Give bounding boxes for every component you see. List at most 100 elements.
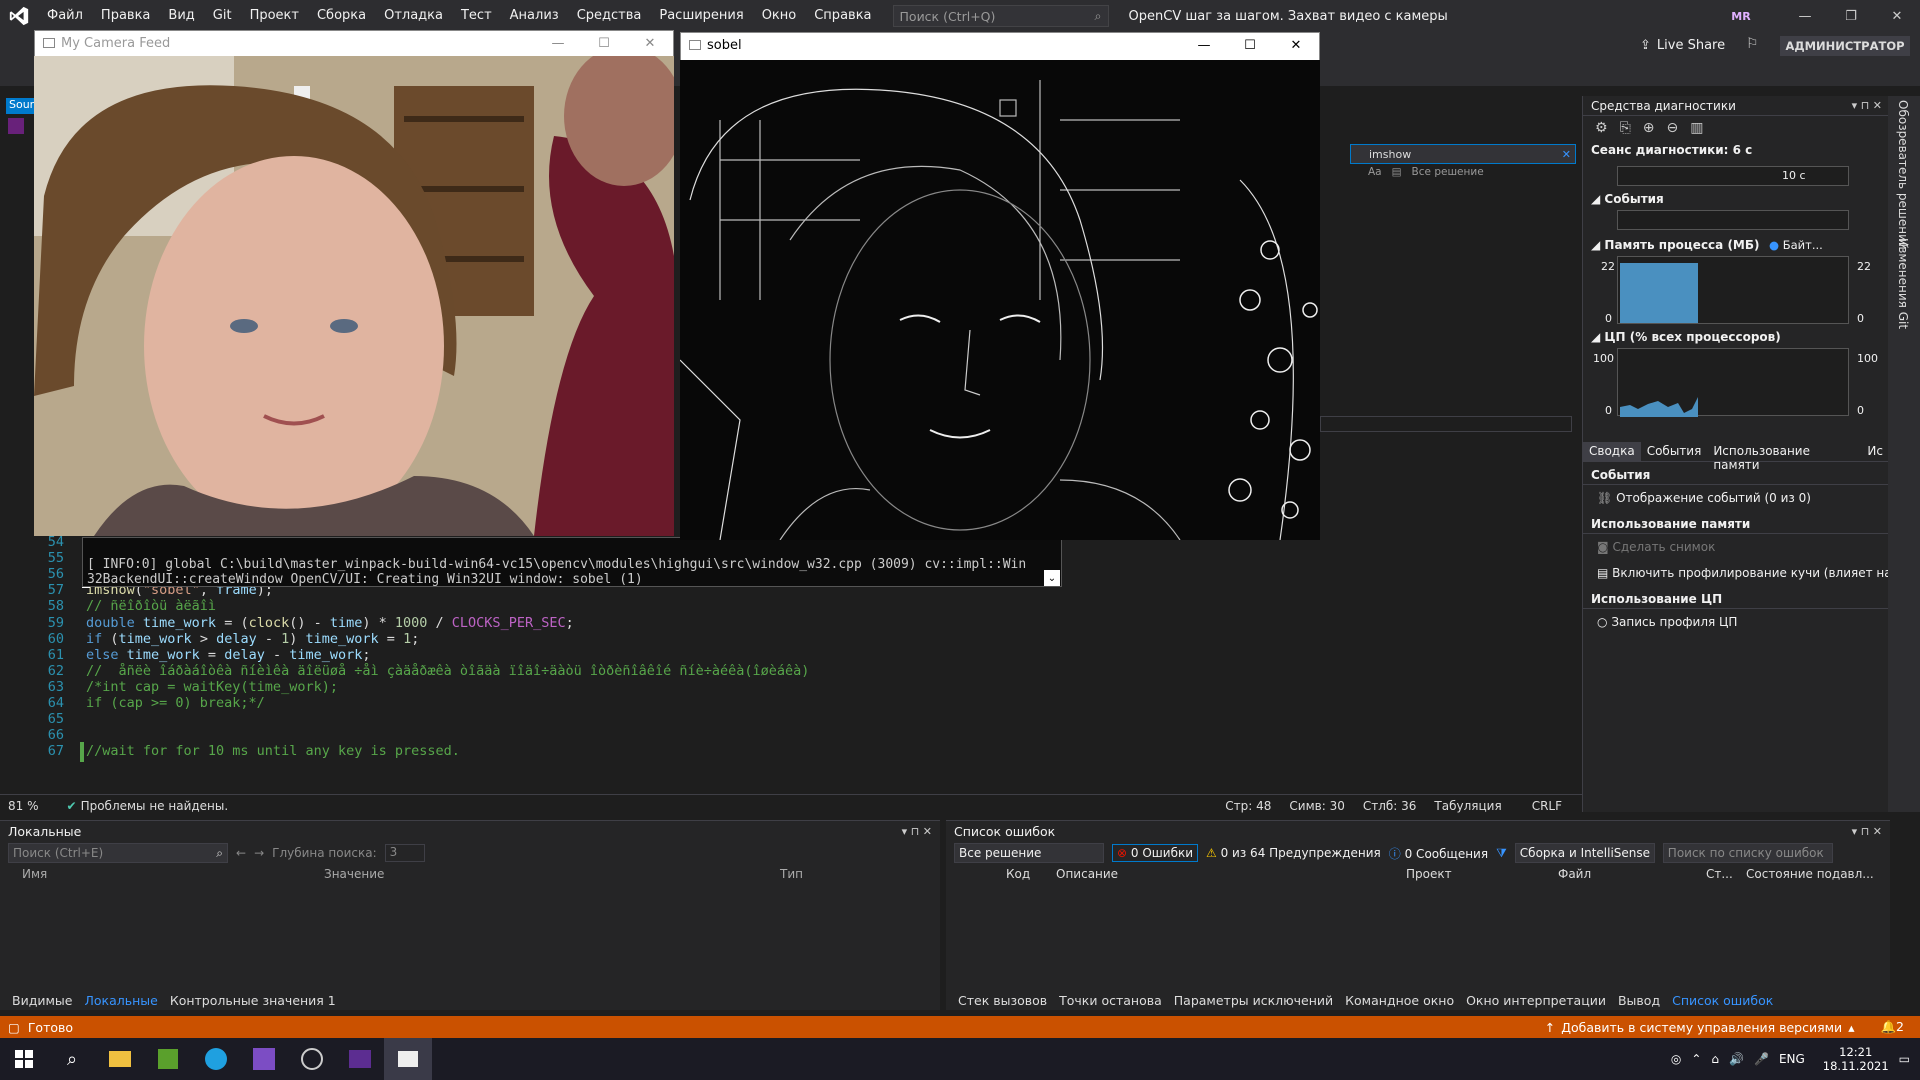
bottom-tab-0[interactable]: Стек вызовов <box>952 993 1053 1008</box>
locals-tab-2[interactable]: Контрольные значения 1 <box>164 993 342 1008</box>
close-button[interactable]: ✕ <box>1273 38 1319 53</box>
filter-icon[interactable]: ⧩ <box>1496 846 1507 861</box>
menu-item-1[interactable]: Правка <box>92 0 159 32</box>
terminal-icon[interactable] <box>336 1038 384 1080</box>
snapshot-item[interactable]: ◙ Сделать снимок <box>1583 534 1889 560</box>
col-name[interactable]: Имя <box>22 867 47 881</box>
notifications-icon[interactable]: 🔔2 <box>1880 1019 1904 1035</box>
warnings-filter[interactable]: ⚠ 0 из 64 Предупреждения <box>1206 846 1381 860</box>
export-icon[interactable]: ⎘ <box>1620 120 1631 136</box>
start-icon[interactable] <box>0 1038 48 1080</box>
menu-item-8[interactable]: Анализ <box>501 0 568 32</box>
menu-item-6[interactable]: Отладка <box>375 0 452 32</box>
notifications-center-icon[interactable]: ▭ <box>1899 1052 1910 1066</box>
visual-studio-icon[interactable] <box>240 1038 288 1080</box>
menu-item-10[interactable]: Расширения <box>650 0 752 32</box>
errors-filter[interactable]: ⊗ 0 Ошибки <box>1112 844 1199 862</box>
bottom-tab-6[interactable]: Список ошибок <box>1666 993 1779 1008</box>
bottom-tab-2[interactable]: Параметры исключений <box>1168 993 1339 1008</box>
cpu-profile-item[interactable]: ○ Запись профиля ЦП <box>1583 609 1889 635</box>
menu-item-5[interactable]: Сборка <box>308 0 375 32</box>
col-type[interactable]: Тип <box>780 867 803 881</box>
menu-item-7[interactable]: Тест <box>452 0 501 32</box>
tray-app-icon[interactable]: ◎ <box>1671 1052 1681 1066</box>
menu-item-3[interactable]: Git <box>204 0 241 32</box>
chevron-up-icon[interactable]: ⌃ <box>1691 1052 1701 1066</box>
tab-git-changes[interactable]: Изменения Git <box>1896 238 1910 329</box>
col-line[interactable]: Ст... <box>1706 867 1733 881</box>
edge-icon[interactable] <box>192 1038 240 1080</box>
reset-zoom-icon[interactable]: ▥ <box>1690 120 1703 136</box>
code-line[interactable]: if (cap >= 0) break;*/ <box>86 695 265 711</box>
clear-icon[interactable]: ✕ <box>1562 148 1575 161</box>
code-line[interactable]: double time_work = (clock() - time) * 10… <box>86 615 574 631</box>
tab-solution-explorer[interactable]: Обозреватель решений <box>1896 100 1910 250</box>
col-file[interactable]: Файл <box>1558 867 1591 881</box>
obs-icon[interactable] <box>288 1038 336 1080</box>
whole-word-icon[interactable]: ▤ <box>1392 166 1402 178</box>
col-suppression[interactable]: Состояние подавл... <box>1746 867 1874 881</box>
file-explorer-icon[interactable] <box>96 1038 144 1080</box>
bottom-tab-4[interactable]: Окно интерпретации <box>1460 993 1612 1008</box>
bottom-tab-1[interactable]: Точки останова <box>1053 993 1168 1008</box>
back-arrow-icon[interactable]: ← <box>236 846 246 860</box>
match-case-icon[interactable]: Aa <box>1368 166 1382 178</box>
network-icon[interactable]: ⌂ <box>1711 1052 1719 1066</box>
app-icon[interactable] <box>144 1038 192 1080</box>
errors-search-input[interactable]: Поиск по списку ошибок <box>1662 843 1833 863</box>
code-line[interactable]: //wait for for 10 ms until any key is pr… <box>86 743 460 759</box>
menu-item-4[interactable]: Проект <box>241 0 308 32</box>
minimize-button[interactable]: — <box>1181 38 1227 53</box>
panel-controls-icon[interactable]: ▾ ⊓ ✕ <box>1852 825 1890 838</box>
source-tab[interactable]: Sour <box>6 98 34 114</box>
add-to-source-control[interactable]: Добавить в систему управления версиями <box>1561 1020 1842 1035</box>
minimize-button[interactable]: — <box>535 36 581 51</box>
bottom-tab-3[interactable]: Командное окно <box>1339 993 1460 1008</box>
col-code[interactable]: Код <box>1006 867 1030 881</box>
diag-tab-2[interactable]: Использование памяти <box>1707 442 1861 472</box>
diag-tab-3[interactable]: Ис <box>1861 442 1889 461</box>
col-value[interactable]: Значение <box>324 867 384 881</box>
find-scope[interactable]: Все решение <box>1412 166 1484 178</box>
locals-tab-1[interactable]: Локальные <box>78 993 163 1008</box>
cpu-graph[interactable] <box>1617 348 1849 417</box>
menu-item-0[interactable]: Файл <box>38 0 92 32</box>
code-line[interactable]: // åñëè îáðàáîòêà ñíèìêà äîëüøå ÷åì çàäå… <box>86 663 809 679</box>
bottom-tab-5[interactable]: Вывод <box>1612 993 1666 1008</box>
panel-controls-icon[interactable]: ▾ ⊓ ✕ <box>902 825 940 838</box>
col-project[interactable]: Проект <box>1406 867 1452 881</box>
memory-graph[interactable] <box>1617 256 1849 324</box>
language-indicator[interactable]: ENG <box>1779 1052 1805 1066</box>
visual-studio-logo-icon[interactable] <box>0 0 38 32</box>
code-line[interactable]: // ñëîðîòü àëãîì <box>86 598 216 614</box>
code-line[interactable]: else time_work = delay - time_work; <box>86 647 371 663</box>
events-track[interactable] <box>1617 210 1849 230</box>
horizontal-scrollbar[interactable] <box>1320 416 1572 432</box>
code-line[interactable]: /*int cap = waitKey(time_work); <box>86 679 338 695</box>
diag-tab-0[interactable]: Сводка <box>1583 442 1641 461</box>
problems-status[interactable]: Проблемы не найдены. <box>81 799 229 813</box>
panel-controls-icon[interactable]: ▾ ⊓ ✕ <box>1852 99 1888 112</box>
menu-item-11[interactable]: Окно <box>753 0 806 32</box>
restore-button[interactable]: ❐ <box>1828 0 1874 32</box>
heap-profiling-item[interactable]: ▤ Включить профилирование кучи (влияет н… <box>1583 560 1889 586</box>
camera-window-titlebar[interactable]: My Camera Feed — ☐ ✕ <box>35 31 673 55</box>
forward-arrow-icon[interactable]: → <box>254 846 264 860</box>
settings-icon[interactable]: ⚙ <box>1595 120 1608 136</box>
indent-mode[interactable]: Табуляция <box>1434 799 1501 813</box>
col-description[interactable]: Описание <box>1056 867 1118 881</box>
zoom-level[interactable]: 81 % <box>8 799 39 813</box>
depth-select[interactable]: 3 <box>384 844 425 862</box>
maximize-button[interactable]: ☐ <box>1227 38 1273 53</box>
menu-item-9[interactable]: Средства <box>568 0 651 32</box>
events-item[interactable]: ⛓ Отображение событий (0 из 0) <box>1583 485 1889 511</box>
menu-item-12[interactable]: Справка <box>805 0 880 32</box>
clock[interactable]: 12:21 18.11.2021 <box>1823 1045 1889 1073</box>
messages-filter[interactable]: ⓘ 0 Сообщения <box>1389 845 1488 862</box>
close-button[interactable]: ✕ <box>627 36 673 51</box>
volume-icon[interactable]: 🔊 <box>1729 1052 1744 1066</box>
build-select[interactable]: Сборка и IntelliSense <box>1514 843 1655 863</box>
find-input[interactable]: imshow ✕ <box>1350 144 1576 164</box>
menu-item-2[interactable]: Вид <box>159 0 203 32</box>
live-share-button[interactable]: ⇪ Live Share <box>1640 38 1725 53</box>
